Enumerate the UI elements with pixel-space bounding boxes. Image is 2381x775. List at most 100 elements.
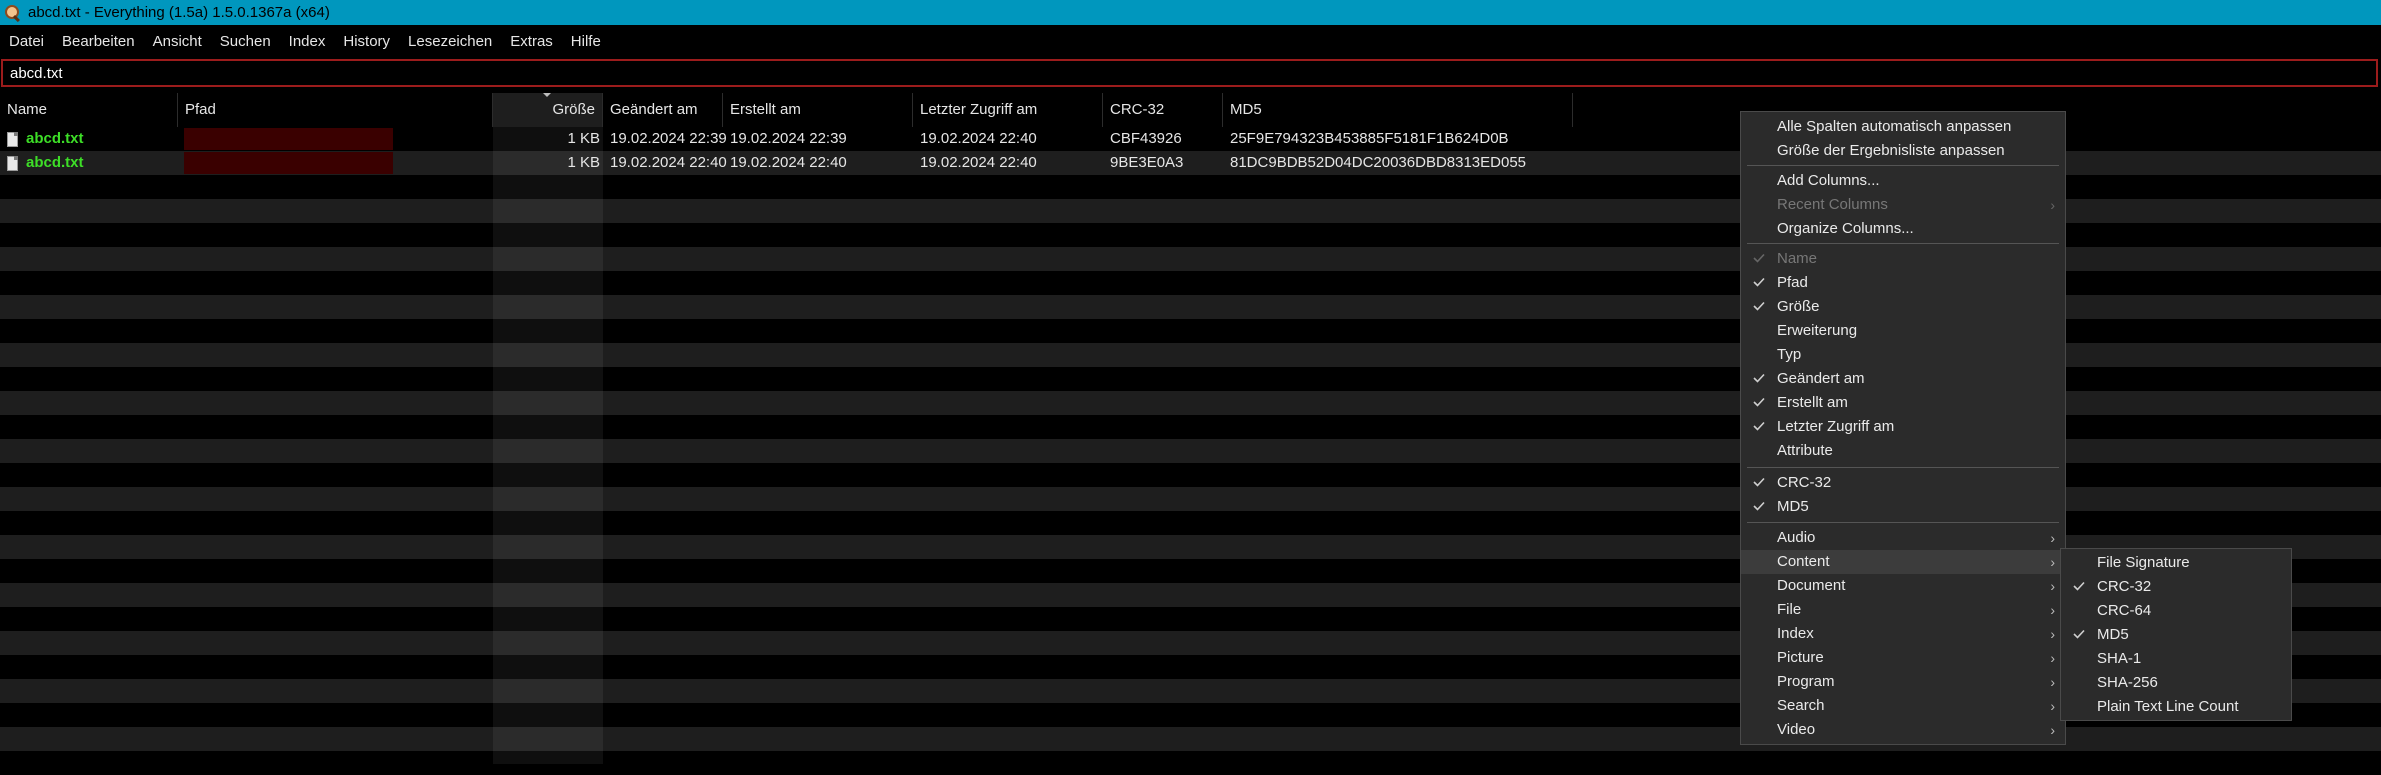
sorted-column-shade: [493, 127, 603, 764]
menu-item-video[interactable]: Video ›: [1741, 718, 2065, 742]
check-icon: [1751, 391, 1769, 415]
menu-suchen[interactable]: Suchen: [211, 33, 280, 50]
column-header-zugriff[interactable]: Letzter Zugriff am: [913, 93, 1103, 127]
size-cell: 1 KB: [567, 154, 600, 171]
modified-cell: 19.02.2024 22:39: [610, 130, 727, 147]
menu-item-col-zugriff[interactable]: Letzter Zugriff am: [1741, 415, 2065, 439]
menu-item-col-erstellt[interactable]: Erstellt am: [1741, 391, 2065, 415]
submenu-item-file-signature[interactable]: File Signature: [2061, 551, 2291, 575]
menu-item-col-erweiterung[interactable]: Erweiterung: [1741, 319, 2065, 343]
path-cell-redacted: [184, 128, 393, 150]
menu-item-col-name: Name: [1741, 247, 2065, 271]
md5-cell: 25F9E794323B453885F5181F1B624D0B: [1230, 130, 1509, 147]
magnifier-app-icon: [4, 4, 22, 22]
md5-cell: 81DC9BDB52D04DC20036DBD8313ED055: [1230, 154, 1527, 171]
menu-item-audio[interactable]: Audio ›: [1741, 526, 2065, 550]
column-header-md5[interactable]: MD5: [1223, 93, 1573, 127]
submenu-arrow-icon: ›: [2050, 602, 2055, 618]
menu-item-col-crc32[interactable]: CRC-32: [1741, 471, 2065, 495]
check-icon: [1751, 471, 1769, 495]
content-submenu: File Signature CRC-32 CRC-64 MD5 SHA-1 S…: [2060, 548, 2292, 721]
submenu-arrow-icon: ›: [2050, 698, 2055, 714]
column-header-name[interactable]: Name: [0, 93, 178, 127]
check-icon: [2071, 623, 2089, 647]
submenu-item-sha1[interactable]: SHA-1: [2061, 647, 2291, 671]
column-header-groesse-label: Größe: [552, 101, 595, 118]
menu-history[interactable]: History: [334, 33, 399, 50]
modified-cell: 19.02.2024 22:40: [610, 154, 727, 171]
column-context-menu: Alle Spalten automatisch anpassen Größe …: [1740, 111, 2066, 745]
path-cell-redacted: [184, 152, 393, 174]
menu-item-col-groesse[interactable]: Größe: [1741, 295, 2065, 319]
submenu-arrow-icon: ›: [2050, 626, 2055, 642]
menu-ansicht[interactable]: Ansicht: [144, 33, 211, 50]
menu-separator: [1747, 522, 2059, 523]
menu-item-col-attribute[interactable]: Attribute: [1741, 439, 2065, 463]
text-file-icon: [7, 155, 18, 171]
submenu-arrow-icon: ›: [2050, 650, 2055, 666]
title-bar: abcd.txt - Everything (1.5a) 1.5.0.1367a…: [0, 0, 2381, 25]
text-file-icon: [7, 131, 18, 147]
submenu-arrow-icon: ›: [2050, 197, 2055, 213]
column-header-groesse[interactable]: Größe: [493, 93, 603, 127]
menu-item-organize-columns[interactable]: Organize Columns...: [1741, 217, 2065, 241]
check-icon: [1751, 495, 1769, 519]
size-cell: 1 KB: [567, 130, 600, 147]
menu-item-search[interactable]: Search ›: [1741, 694, 2065, 718]
menu-item-file[interactable]: File ›: [1741, 598, 2065, 622]
submenu-arrow-icon: ›: [2050, 530, 2055, 546]
menu-item-fit-all-columns[interactable]: Alle Spalten automatisch anpassen: [1741, 115, 2065, 139]
menu-hilfe[interactable]: Hilfe: [562, 33, 610, 50]
menu-item-fit-result-list[interactable]: Größe der Ergebnisliste anpassen: [1741, 139, 2065, 163]
column-header-crc32[interactable]: CRC-32: [1103, 93, 1223, 127]
menu-item-content[interactable]: Content ›: [1741, 550, 2065, 574]
menu-item-col-geaendert[interactable]: Geändert am: [1741, 367, 2065, 391]
row-stripe: [0, 751, 2381, 775]
name-cell: abcd.txt: [7, 127, 84, 151]
column-header-geaendert[interactable]: Geändert am: [603, 93, 723, 127]
menu-bar: Datei Bearbeiten Ansicht Suchen Index Hi…: [0, 25, 2381, 58]
accessed-cell: 19.02.2024 22:40: [920, 130, 1037, 147]
file-name: abcd.txt: [26, 130, 84, 147]
check-icon: [1751, 295, 1769, 319]
menu-lesezeichen[interactable]: Lesezeichen: [399, 33, 501, 50]
submenu-item-crc32[interactable]: CRC-32: [2061, 575, 2291, 599]
menu-datei[interactable]: Datei: [0, 33, 53, 50]
accessed-cell: 19.02.2024 22:40: [920, 154, 1037, 171]
submenu-item-crc64[interactable]: CRC-64: [2061, 599, 2291, 623]
menu-index[interactable]: Index: [280, 33, 335, 50]
name-cell: abcd.txt: [7, 151, 84, 175]
check-icon: [1751, 367, 1769, 391]
submenu-item-sha256[interactable]: SHA-256: [2061, 671, 2291, 695]
search-input[interactable]: abcd.txt: [1, 59, 2378, 87]
check-icon: [1751, 247, 1769, 271]
menu-item-program[interactable]: Program ›: [1741, 670, 2065, 694]
check-icon: [1751, 271, 1769, 295]
menu-item-add-columns[interactable]: Add Columns...: [1741, 169, 2065, 193]
submenu-arrow-icon: ›: [2050, 674, 2055, 690]
menu-item-index[interactable]: Index ›: [1741, 622, 2065, 646]
menu-separator: [1747, 467, 2059, 468]
submenu-arrow-icon: ›: [2050, 578, 2055, 594]
menu-item-document[interactable]: Document ›: [1741, 574, 2065, 598]
menu-item-col-pfad[interactable]: Pfad: [1741, 271, 2065, 295]
menu-separator: [1747, 165, 2059, 166]
file-name: abcd.txt: [26, 154, 84, 171]
submenu-item-md5[interactable]: MD5: [2061, 623, 2291, 647]
created-cell: 19.02.2024 22:39: [730, 130, 847, 147]
submenu-item-line-count[interactable]: Plain Text Line Count: [2061, 695, 2291, 719]
menu-item-col-md5[interactable]: MD5: [1741, 495, 2065, 519]
sort-descending-icon: [543, 93, 551, 97]
menu-item-col-typ[interactable]: Typ: [1741, 343, 2065, 367]
submenu-arrow-icon: ›: [2050, 722, 2055, 738]
menu-extras[interactable]: Extras: [501, 33, 562, 50]
menu-item-picture[interactable]: Picture ›: [1741, 646, 2065, 670]
menu-separator: [1747, 243, 2059, 244]
submenu-arrow-icon: ›: [2050, 554, 2055, 570]
menu-bearbeiten[interactable]: Bearbeiten: [53, 33, 144, 50]
check-icon: [1751, 415, 1769, 439]
menu-item-recent-columns: Recent Columns ›: [1741, 193, 2065, 217]
search-input-value: abcd.txt: [10, 64, 63, 82]
column-header-erstellt[interactable]: Erstellt am: [723, 93, 913, 127]
column-header-pfad[interactable]: Pfad: [178, 93, 493, 127]
